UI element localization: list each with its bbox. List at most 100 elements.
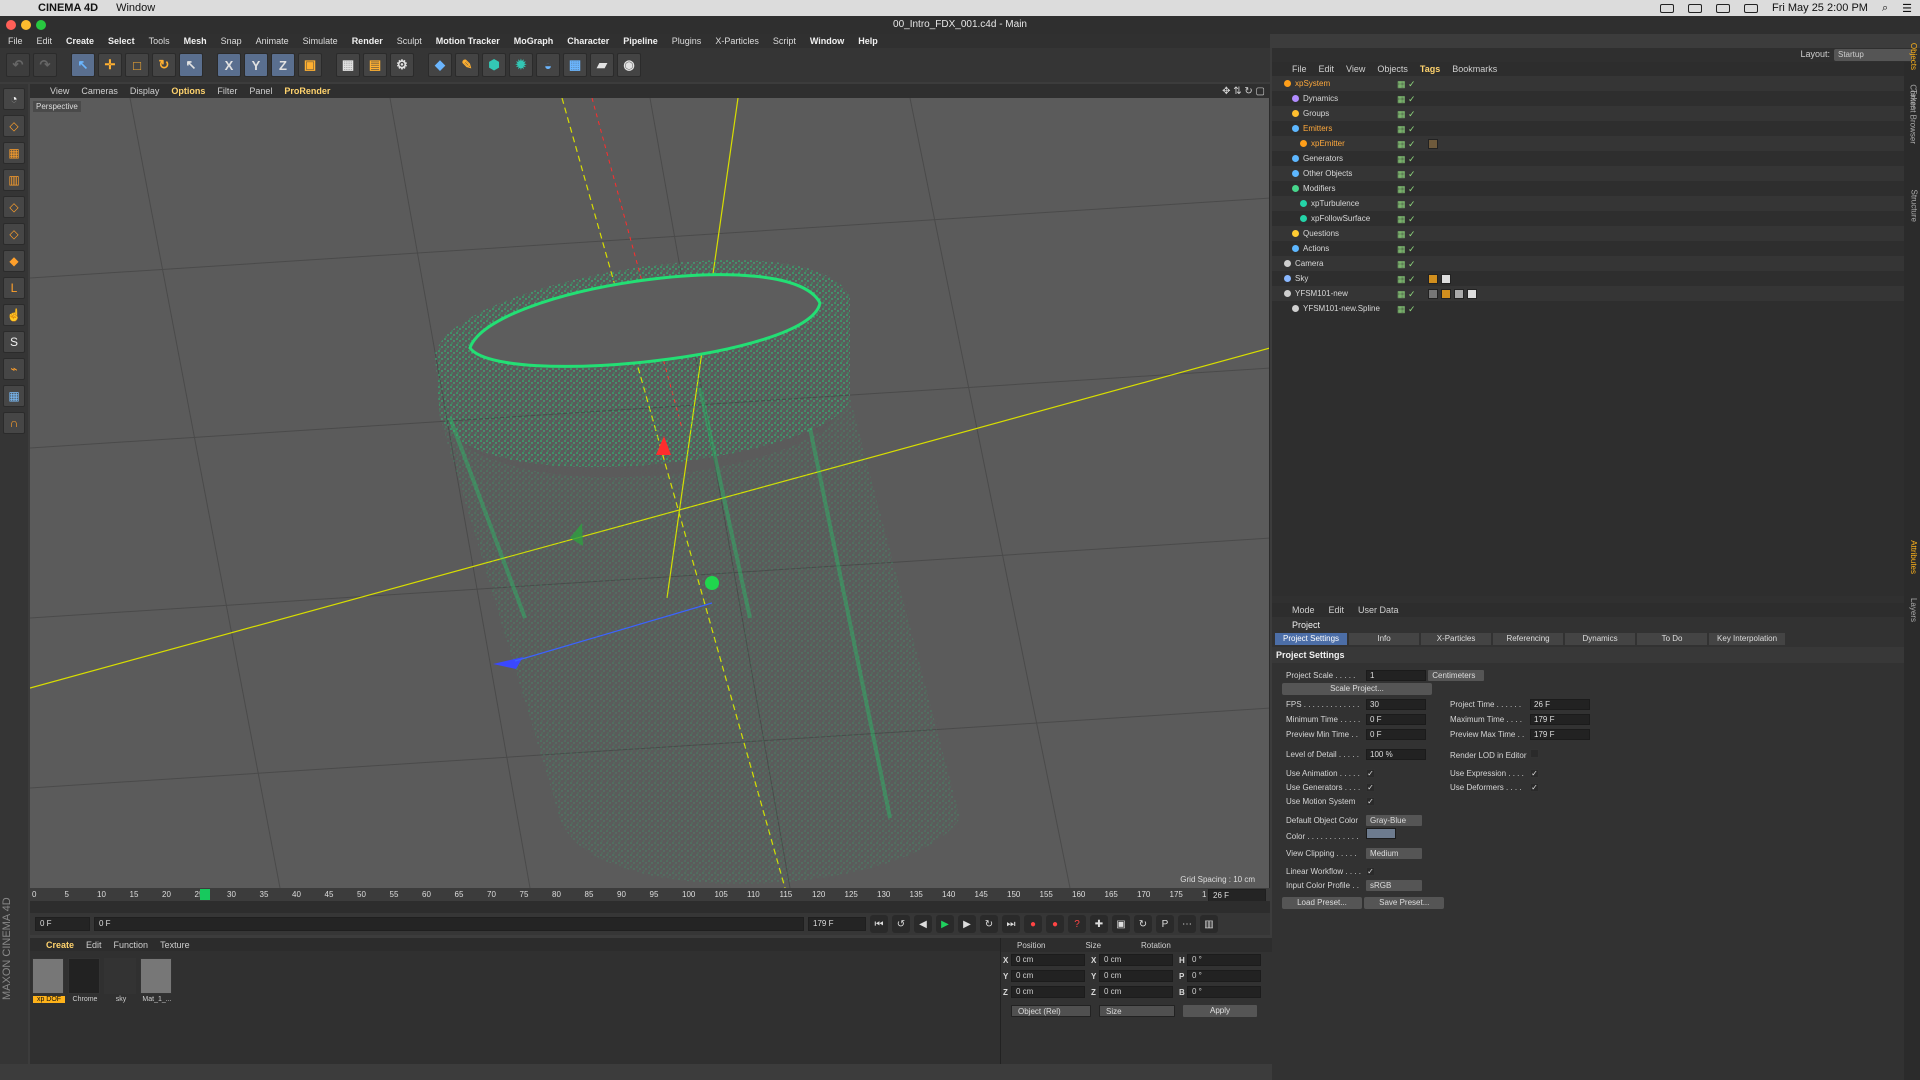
project-scale-input[interactable]: 1: [1366, 670, 1426, 681]
rotation-h-input[interactable]: 0 °: [1187, 954, 1261, 966]
points-mode-icon[interactable]: ◇: [3, 196, 25, 218]
render-picture-viewer-icon[interactable]: ▤: [363, 53, 387, 77]
visibility-icon[interactable]: ▦: [1397, 154, 1407, 164]
object-name[interactable]: YFSM101-new.Spline: [1292, 304, 1380, 313]
move-tool[interactable]: ✛: [98, 53, 122, 77]
app-menu-name[interactable]: CINEMA 4D: [38, 2, 98, 14]
scale-tool[interactable]: □: [125, 53, 149, 77]
render-view-icon[interactable]: ▦: [336, 53, 360, 77]
window-menu[interactable]: Window: [116, 2, 155, 14]
visibility-icon[interactable]: ▦: [1397, 289, 1407, 299]
side-tab-structure[interactable]: Structure: [1909, 190, 1918, 222]
menu-window[interactable]: Window: [810, 36, 844, 46]
side-tab-content-browser[interactable]: Content Browser: [1909, 84, 1918, 144]
rotation-b-input[interactable]: 0 °: [1187, 986, 1261, 998]
subdivision-icon[interactable]: ⬢: [482, 53, 506, 77]
z-axis-lock[interactable]: Z: [271, 53, 295, 77]
attribute-menu-user-data[interactable]: User Data: [1358, 605, 1399, 615]
dropbox-icon[interactable]: [1659, 3, 1674, 13]
object-name[interactable]: Questions: [1292, 229, 1339, 238]
parameter-key-button[interactable]: P: [1156, 915, 1174, 933]
object-row-xpturbulence[interactable]: xpTurbulence ▦ ✓: [1272, 196, 1904, 211]
axis-mode-icon[interactable]: L: [3, 277, 25, 299]
object-menu-file[interactable]: File: [1292, 64, 1307, 74]
search-icon[interactable]: ⌕: [1882, 2, 1888, 15]
save-preset-button[interactable]: Save Preset...: [1364, 897, 1445, 909]
selection-tool[interactable]: ↖: [179, 53, 203, 77]
apply-button[interactable]: Apply: [1183, 1005, 1257, 1017]
texture-mode-icon[interactable]: ▦: [3, 142, 25, 164]
volume-icon[interactable]: [1743, 3, 1758, 13]
menu-mesh[interactable]: Mesh: [184, 36, 207, 46]
object-menu-edit[interactable]: Edit: [1319, 64, 1335, 74]
side-tab-layers[interactable]: Layers: [1909, 598, 1918, 622]
size-y-input[interactable]: 0 cm: [1099, 970, 1173, 982]
enable-check-icon[interactable]: ✓: [1408, 229, 1418, 239]
object-menu-view[interactable]: View: [1346, 64, 1365, 74]
menu-character[interactable]: Character: [567, 36, 609, 46]
menu-script[interactable]: Script: [773, 36, 796, 46]
object-name[interactable]: xpSystem: [1284, 79, 1330, 88]
floor-icon[interactable]: ▦: [563, 53, 587, 77]
go-to-end-button[interactable]: ⏭: [1002, 915, 1020, 933]
object-row-xpsystem[interactable]: xpSystem ▦ ✓: [1272, 76, 1904, 91]
position-key-button[interactable]: ✚: [1090, 915, 1108, 933]
preview-end-field[interactable]: 179 F: [808, 917, 866, 931]
material-menu-texture[interactable]: Texture: [160, 940, 190, 950]
menu-mograph[interactable]: MoGraph: [514, 36, 554, 46]
enable-check-icon[interactable]: ✓: [1408, 274, 1418, 284]
visibility-icon[interactable]: ▦: [1397, 274, 1407, 284]
object-row-sky[interactable]: Sky ▦ ✓: [1272, 271, 1904, 286]
linear-workflow-checkbox[interactable]: ✓: [1366, 867, 1375, 876]
render-lod-checkbox[interactable]: [1530, 749, 1539, 758]
light-icon[interactable]: ◉: [617, 53, 641, 77]
enable-check-icon[interactable]: ✓: [1408, 154, 1418, 164]
object-name[interactable]: Other Objects: [1292, 169, 1352, 178]
polygons-mode-icon[interactable]: ◆: [3, 250, 25, 272]
enable-check-icon[interactable]: ✓: [1408, 214, 1418, 224]
tag-icon[interactable]: [1454, 288, 1464, 299]
undo-button[interactable]: ↶: [6, 53, 30, 77]
wifi-icon[interactable]: [1715, 3, 1730, 13]
object-menu-objects[interactable]: Objects: [1377, 64, 1408, 74]
live-selection-tool[interactable]: ↖: [71, 53, 95, 77]
previous-frame-button[interactable]: ◀: [914, 915, 932, 933]
enable-check-icon[interactable]: ✓: [1408, 289, 1418, 299]
position-z-input[interactable]: 0 cm: [1011, 986, 1085, 998]
menu-help[interactable]: Help: [858, 36, 878, 46]
x-axis-lock[interactable]: X: [217, 53, 241, 77]
tab-to-do[interactable]: To Do: [1637, 633, 1708, 645]
object-pivot[interactable]: [705, 576, 719, 590]
tab-key-interpolation[interactable]: Key Interpolation: [1709, 633, 1786, 645]
record-button[interactable]: ●: [1024, 915, 1042, 933]
menu-motion-tracker[interactable]: Motion Tracker: [436, 36, 500, 46]
timeline[interactable]: 0 5 10 15 20 25 30 35 40 45 50 55 60 65 70 75 80 85 90 95 10…: [30, 889, 1270, 913]
y-axis-lock[interactable]: Y: [244, 53, 268, 77]
edges-mode-icon[interactable]: ◇: [3, 223, 25, 245]
viewport-menu-options[interactable]: Options: [171, 86, 205, 96]
menu-tools[interactable]: Tools: [149, 36, 170, 46]
tab-info[interactable]: Info: [1349, 633, 1420, 645]
tab-x-particles[interactable]: X-Particles: [1421, 633, 1492, 645]
object-row-groups[interactable]: Groups ▦ ✓: [1272, 106, 1904, 121]
menu-render[interactable]: Render: [352, 36, 383, 46]
view-clipping-select[interactable]: Medium: [1366, 848, 1422, 859]
enable-check-icon[interactable]: ✓: [1408, 79, 1418, 89]
minimize-window-button[interactable]: [21, 20, 31, 30]
visibility-icon[interactable]: ▦: [1397, 139, 1407, 149]
object-row-xpemitter[interactable]: xpEmitter ▦ ✓: [1272, 136, 1904, 151]
workplane-icon[interactable]: ▥: [3, 169, 25, 191]
enable-check-icon[interactable]: ✓: [1408, 304, 1418, 314]
tag-icon[interactable]: [1428, 288, 1438, 299]
magnet-icon[interactable]: ∩: [3, 412, 25, 434]
rotate-tool[interactable]: ↻: [152, 53, 176, 77]
viewport-menu-prorender[interactable]: ProRender: [284, 86, 330, 96]
visibility-icon[interactable]: ▦: [1397, 169, 1407, 179]
rotation-p-input[interactable]: 0 °: [1187, 970, 1261, 982]
object-name[interactable]: Sky: [1284, 274, 1308, 283]
object-name[interactable]: Actions: [1292, 244, 1329, 253]
scale-project-button[interactable]: Scale Project...: [1282, 683, 1432, 695]
size-mode-select[interactable]: Size: [1099, 1005, 1175, 1017]
solo-icon[interactable]: S: [3, 331, 25, 353]
size-z-input[interactable]: 0 cm: [1099, 986, 1173, 998]
